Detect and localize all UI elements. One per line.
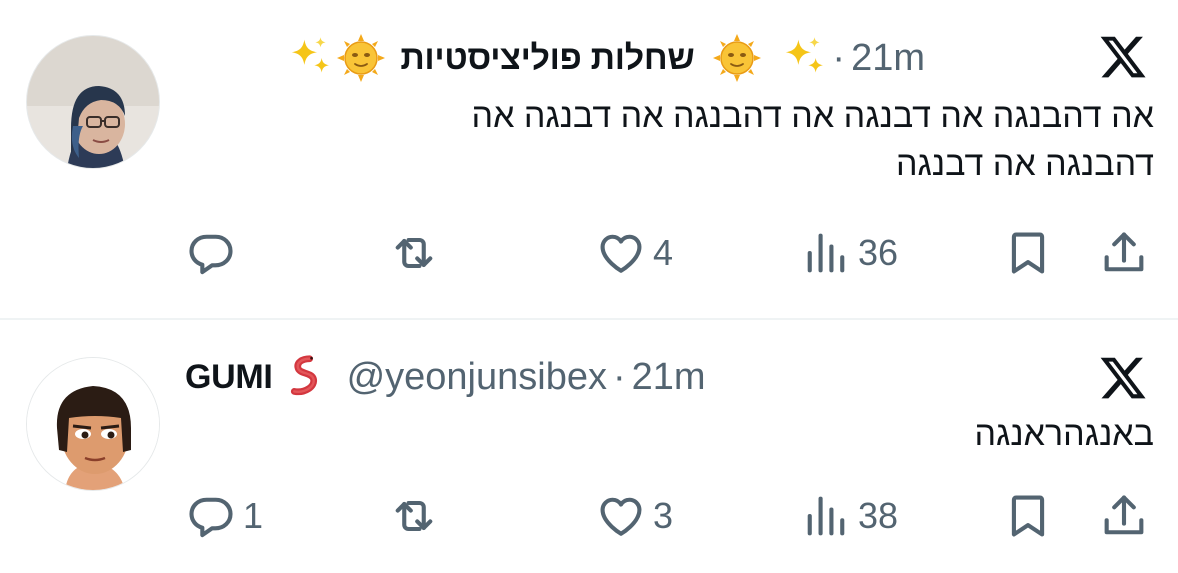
sun-with-face-icon <box>712 33 762 83</box>
view-count: 38 <box>858 495 899 536</box>
bookmark-button[interactable] <box>1002 223 1054 283</box>
reply-button[interactable] <box>185 223 243 283</box>
sparkles-icon <box>780 35 826 81</box>
separator: · <box>832 36 846 79</box>
like-icon <box>595 490 647 542</box>
like-count: 4 <box>653 232 674 273</box>
reply-button[interactable]: 1 <box>185 486 263 546</box>
views-button[interactable]: 38 <box>800 486 898 546</box>
sun-with-face-icon <box>336 33 386 83</box>
like-button[interactable]: 3 <box>595 486 673 546</box>
tweet-text: באנגהראנגה <box>974 410 1154 458</box>
retweet-icon <box>388 227 440 279</box>
sparkles-icon <box>286 35 332 81</box>
action-bar: 1 3 38 <box>0 486 1178 546</box>
tweet[interactable]: GUMI @yeonjunsibex · 21m באנגהראנגה 1 3 … <box>0 320 1178 573</box>
tweet-header: GUMI @yeonjunsibex · 21m <box>185 351 706 403</box>
x-logo-icon[interactable] <box>1096 353 1150 403</box>
avatar[interactable] <box>26 35 160 169</box>
timestamp[interactable]: 21m <box>632 356 706 399</box>
like-count: 3 <box>653 495 674 536</box>
tweet-text-line: באנגהראנגה <box>974 415 1154 453</box>
share-button[interactable] <box>1098 223 1150 283</box>
reply-count: 1 <box>243 495 264 536</box>
separator: · <box>612 355 626 398</box>
reply-icon <box>185 490 237 542</box>
handle[interactable]: @yeonjunsibex <box>347 356 607 399</box>
tweet-header: שחלות פוליציסטיות · 21m <box>286 32 925 84</box>
views-button[interactable]: 36 <box>800 223 898 283</box>
bookmark-button[interactable] <box>1002 486 1054 546</box>
timestamp[interactable]: 21m <box>851 37 925 80</box>
share-icon <box>1098 227 1150 279</box>
action-bar: 4 36 <box>0 223 1178 283</box>
bookmark-icon <box>1002 227 1054 279</box>
display-name[interactable]: שחלות פוליציסטיות <box>400 39 694 78</box>
share-icon <box>1098 490 1150 542</box>
retweet-button[interactable] <box>388 486 440 546</box>
share-button[interactable] <box>1098 486 1150 546</box>
tweet[interactable]: שחלות פוליציסטיות · 21m אה דהבנגה אה דבנ… <box>0 0 1178 318</box>
tweet-text-line: דהבנגה אה דבנגה <box>896 145 1154 183</box>
tweet-text: אה דהבנגה אה דבנגה אה דהבנגה אה דבנגה אה… <box>472 92 1154 188</box>
avatar[interactable] <box>26 357 160 491</box>
reply-icon <box>185 227 237 279</box>
views-icon <box>800 490 852 542</box>
retweet-button[interactable] <box>388 223 440 283</box>
retweet-icon <box>388 490 440 542</box>
view-count: 36 <box>858 232 899 273</box>
worm-icon <box>277 353 325 401</box>
views-icon <box>800 227 852 279</box>
bookmark-icon <box>1002 490 1054 542</box>
display-name[interactable]: GUMI <box>185 358 273 397</box>
like-icon <box>595 227 647 279</box>
x-logo-icon[interactable] <box>1096 32 1150 82</box>
like-button[interactable]: 4 <box>595 223 673 283</box>
tweet-text-line: אה דהבנגה אה דבנגה אה דהבנגה אה דבנגה אה <box>471 97 1154 135</box>
